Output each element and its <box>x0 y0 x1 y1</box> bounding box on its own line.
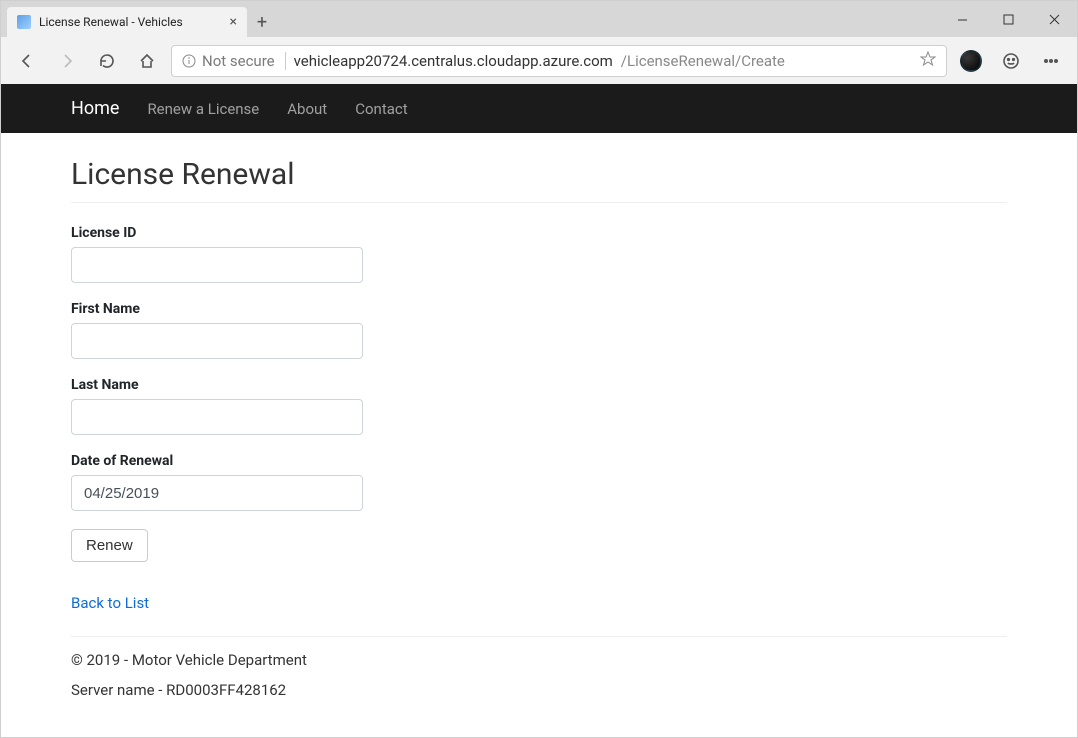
page-title: License Renewal <box>71 157 1007 192</box>
input-date-of-renewal[interactable] <box>71 475 363 511</box>
tab-strip: License Renewal - Vehicles × + <box>1 1 1077 37</box>
nav-about[interactable]: About <box>287 100 327 118</box>
tab-title: License Renewal - Vehicles <box>39 15 222 29</box>
nav-contact[interactable]: Contact <box>355 100 407 118</box>
window-controls <box>939 1 1077 37</box>
more-menu-button[interactable] <box>1035 45 1067 77</box>
form-group-first-name: First Name <box>71 301 1007 359</box>
info-icon <box>182 54 196 68</box>
close-tab-icon[interactable]: × <box>230 14 237 30</box>
label-first-name: First Name <box>71 301 1007 317</box>
feedback-button[interactable] <box>995 45 1027 77</box>
home-button[interactable] <box>131 45 163 77</box>
maximize-button[interactable] <box>985 4 1031 34</box>
browser-tab[interactable]: License Renewal - Vehicles × <box>7 7 247 37</box>
title-divider <box>71 202 1007 203</box>
security-indicator[interactable]: Not secure <box>182 52 286 70</box>
input-last-name[interactable] <box>71 399 363 435</box>
footer-server: Server name - RD0003FF428162 <box>71 681 1007 699</box>
site-navbar: Home Renew a License About Contact <box>1 84 1077 133</box>
input-license-id[interactable] <box>71 247 363 283</box>
globe-icon <box>960 50 982 72</box>
minimize-button[interactable] <box>939 4 985 34</box>
form-group-last-name: Last Name <box>71 377 1007 435</box>
url-path: /LicenseRenewal/Create <box>621 52 785 70</box>
new-tab-button[interactable]: + <box>247 7 277 37</box>
renew-button[interactable]: Renew <box>71 529 148 562</box>
security-label: Not secure <box>202 52 275 70</box>
forward-button[interactable] <box>51 45 83 77</box>
back-to-list-link[interactable]: Back to List <box>71 594 149 612</box>
label-last-name: Last Name <box>71 377 1007 393</box>
back-button[interactable] <box>11 45 43 77</box>
url-host: vehicleapp20724.centralus.cloudapp.azure… <box>294 52 613 70</box>
form-group-license-id: License ID <box>71 225 1007 283</box>
extension-button[interactable] <box>955 45 987 77</box>
nav-brand[interactable]: Home <box>71 98 119 119</box>
favorite-icon[interactable] <box>920 51 936 71</box>
form-group-date-of-renewal: Date of Renewal <box>71 453 1007 511</box>
refresh-button[interactable] <box>91 45 123 77</box>
input-first-name[interactable] <box>71 323 363 359</box>
main-container: License Renewal License ID First Name La… <box>1 133 1077 737</box>
label-license-id: License ID <box>71 225 1007 241</box>
close-window-button[interactable] <box>1031 4 1077 34</box>
label-date-of-renewal: Date of Renewal <box>71 453 1007 469</box>
address-bar: Not secure vehicleapp20724.centralus.clo… <box>1 37 1077 84</box>
footer-copyright: © 2019 - Motor Vehicle Department <box>71 651 1007 669</box>
page-viewport: Home Renew a License About Contact Licen… <box>1 84 1077 737</box>
url-input[interactable]: Not secure vehicleapp20724.centralus.clo… <box>171 45 947 77</box>
nav-renew-license[interactable]: Renew a License <box>147 100 259 118</box>
browser-chrome: License Renewal - Vehicles × + <box>1 1 1077 84</box>
favicon <box>17 15 31 29</box>
footer-divider <box>71 636 1007 637</box>
